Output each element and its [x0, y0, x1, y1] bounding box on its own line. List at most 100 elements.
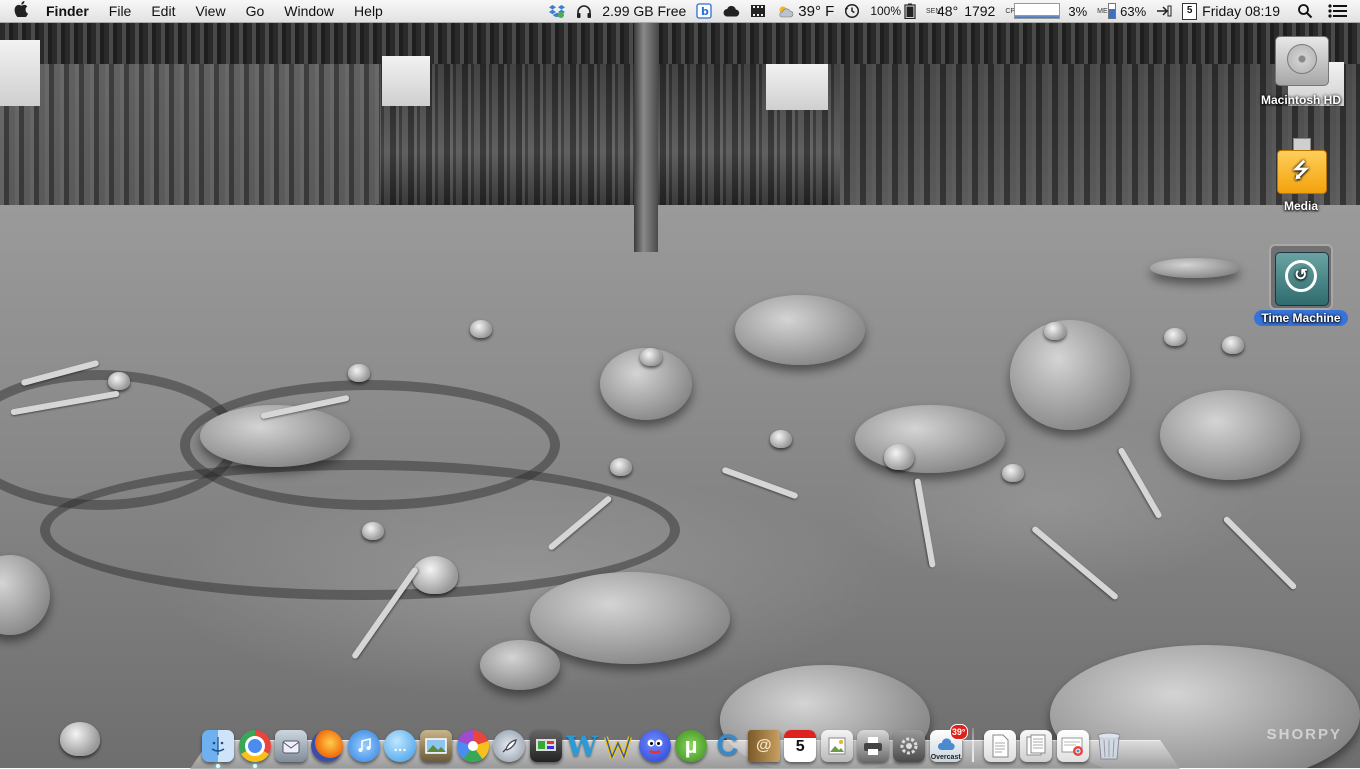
- menu-help[interactable]: Help: [344, 3, 393, 19]
- wallpaper-skull: [60, 722, 100, 756]
- calendar-clock[interactable]: 5 Friday 08:19: [1177, 2, 1285, 20]
- utorrent-icon[interactable]: µ: [675, 730, 708, 762]
- desktop-icon-label: Media: [1283, 199, 1318, 213]
- clock-text: Friday 08:19: [1202, 3, 1280, 19]
- picasa-icon[interactable]: [456, 730, 489, 762]
- menu-window[interactable]: Window: [274, 3, 344, 19]
- wunderlist-icon[interactable]: [602, 730, 634, 762]
- itunes-icon[interactable]: [347, 730, 380, 762]
- wallpaper-skull: [1222, 336, 1244, 354]
- wallpaper-skull: [640, 348, 662, 366]
- desktop-wallpaper: [0, 0, 1360, 768]
- wallpaper-mound: [1010, 320, 1130, 430]
- b-icon[interactable]: b: [691, 3, 717, 19]
- menu-go[interactable]: Go: [236, 3, 275, 19]
- wallpaper-mound: [530, 572, 730, 664]
- menu-file[interactable]: File: [99, 3, 142, 19]
- document-stack-icon[interactable]: [984, 730, 1017, 762]
- desktop-icon-media[interactable]: ⭍ Media: [1246, 134, 1356, 214]
- wallpaper-skull: [470, 320, 492, 338]
- weather-temperature: 39° F: [798, 2, 835, 20]
- temperature-fan-monitor[interactable]: SEN 48° 1792: [921, 3, 1000, 19]
- system-preferences-icon[interactable]: [893, 730, 926, 762]
- adium-icon[interactable]: [638, 730, 671, 762]
- input-icon[interactable]: [1151, 5, 1177, 17]
- film-icon[interactable]: [745, 4, 771, 18]
- desktop-icon-macintosh-hd[interactable]: Macintosh HD: [1246, 28, 1356, 108]
- wallpaper-skull: [884, 444, 914, 470]
- wallpaper-skull: [362, 522, 384, 540]
- firefox-icon[interactable]: [311, 730, 344, 762]
- wallpaper-skull: [770, 430, 792, 448]
- usb-drive-icon: ⭍: [1271, 134, 1331, 196]
- c-icon[interactable]: C: [711, 729, 743, 762]
- wallpaper-skull: [1002, 464, 1024, 482]
- wallpaper-window: [0, 40, 40, 106]
- chrome-icon[interactable]: [238, 730, 271, 768]
- spotlight-icon[interactable]: [1285, 3, 1318, 19]
- preview-icon[interactable]: [820, 730, 853, 762]
- overcast-badge: 39°: [949, 724, 968, 740]
- time-machine-drive-icon: ↺: [1269, 244, 1333, 310]
- cpu-monitor[interactable]: CPU 3%: [1000, 3, 1092, 19]
- overcast-label: Overcast: [930, 754, 961, 761]
- menu-view[interactable]: View: [185, 3, 235, 19]
- time-machine-icon[interactable]: [839, 3, 865, 19]
- calendar-icon: 5: [1182, 2, 1198, 20]
- wallpaper-skull: [412, 556, 458, 594]
- battery-icon: [904, 3, 916, 19]
- trash-icon[interactable]: [1093, 730, 1125, 762]
- cpu-label: CPU: [1005, 7, 1021, 15]
- hard-drive-icon: [1271, 28, 1331, 90]
- media-center-icon[interactable]: [529, 730, 562, 762]
- w-icon[interactable]: W: [566, 730, 598, 763]
- address-book-icon[interactable]: @: [747, 730, 780, 762]
- weather-icon[interactable]: 39° F: [771, 3, 839, 20]
- wallpaper-mound: [1160, 390, 1300, 480]
- desktop-icon-label: Macintosh HD: [1260, 93, 1341, 107]
- wallpaper-window: [382, 56, 430, 106]
- apple-menu-icon[interactable]: [0, 0, 42, 22]
- wallpaper-roof: [0, 22, 1360, 64]
- wallpaper-mound: [735, 295, 865, 365]
- calendar-app-icon[interactable]: 5: [784, 730, 817, 762]
- wallpaper-skull: [1044, 322, 1066, 340]
- app-menu-finder[interactable]: Finder: [42, 3, 99, 19]
- wallpaper-mound: [480, 640, 560, 690]
- printer-icon[interactable]: [856, 730, 889, 762]
- dock-separator: [971, 728, 974, 762]
- memory-bar-icon: [1108, 3, 1117, 19]
- fan-rpm: 1792: [964, 3, 996, 19]
- temperature-reading: 48°: [937, 3, 959, 19]
- wallpaper-skull: [610, 458, 632, 476]
- overcast-icon[interactable]: 39° Overcast: [929, 724, 968, 762]
- memory-monitor[interactable]: MEM 63%: [1092, 3, 1151, 19]
- desktop-icon-label: Time Machine: [1254, 310, 1348, 326]
- wallpaper-mound: [855, 405, 1005, 473]
- mailbox-icon[interactable]: [274, 730, 307, 762]
- battery-percent: 100%: [870, 4, 902, 18]
- iphoto-icon[interactable]: [420, 730, 453, 762]
- svg-text:b: b: [701, 5, 709, 18]
- cloud-icon[interactable]: [717, 5, 745, 17]
- wallpaper-skull: [348, 364, 370, 382]
- finder-icon[interactable]: [202, 730, 235, 768]
- dropbox-icon[interactable]: [543, 4, 571, 18]
- downloads-stack-icon[interactable]: [1020, 730, 1053, 762]
- notification-center-icon[interactable]: [1318, 4, 1360, 18]
- chrome-file-icon[interactable]: [1056, 730, 1089, 762]
- wallpaper-skull: [108, 372, 130, 390]
- sensor-label: SEN: [926, 7, 941, 15]
- menu-edit[interactable]: Edit: [141, 3, 185, 19]
- wallpaper-skull: [1164, 328, 1186, 346]
- desktop-icon-time-machine[interactable]: ↺ Time Machine: [1246, 244, 1356, 326]
- rocket-icon[interactable]: [493, 730, 526, 762]
- wallpaper-window: [766, 64, 828, 110]
- menu-extras: 2.99 GB Free b 39° F 100% SEN 48° 1792 C…: [543, 0, 1360, 22]
- battery-status[interactable]: 100%: [865, 3, 921, 19]
- disk-free-text[interactable]: 2.99 GB Free: [597, 3, 691, 19]
- headphones-icon[interactable]: [571, 4, 597, 18]
- wallpaper-pillar: [634, 22, 658, 252]
- messages-icon[interactable]: …: [384, 730, 417, 762]
- dock: … W µ C @ 5 39° Overcast: [200, 722, 1127, 768]
